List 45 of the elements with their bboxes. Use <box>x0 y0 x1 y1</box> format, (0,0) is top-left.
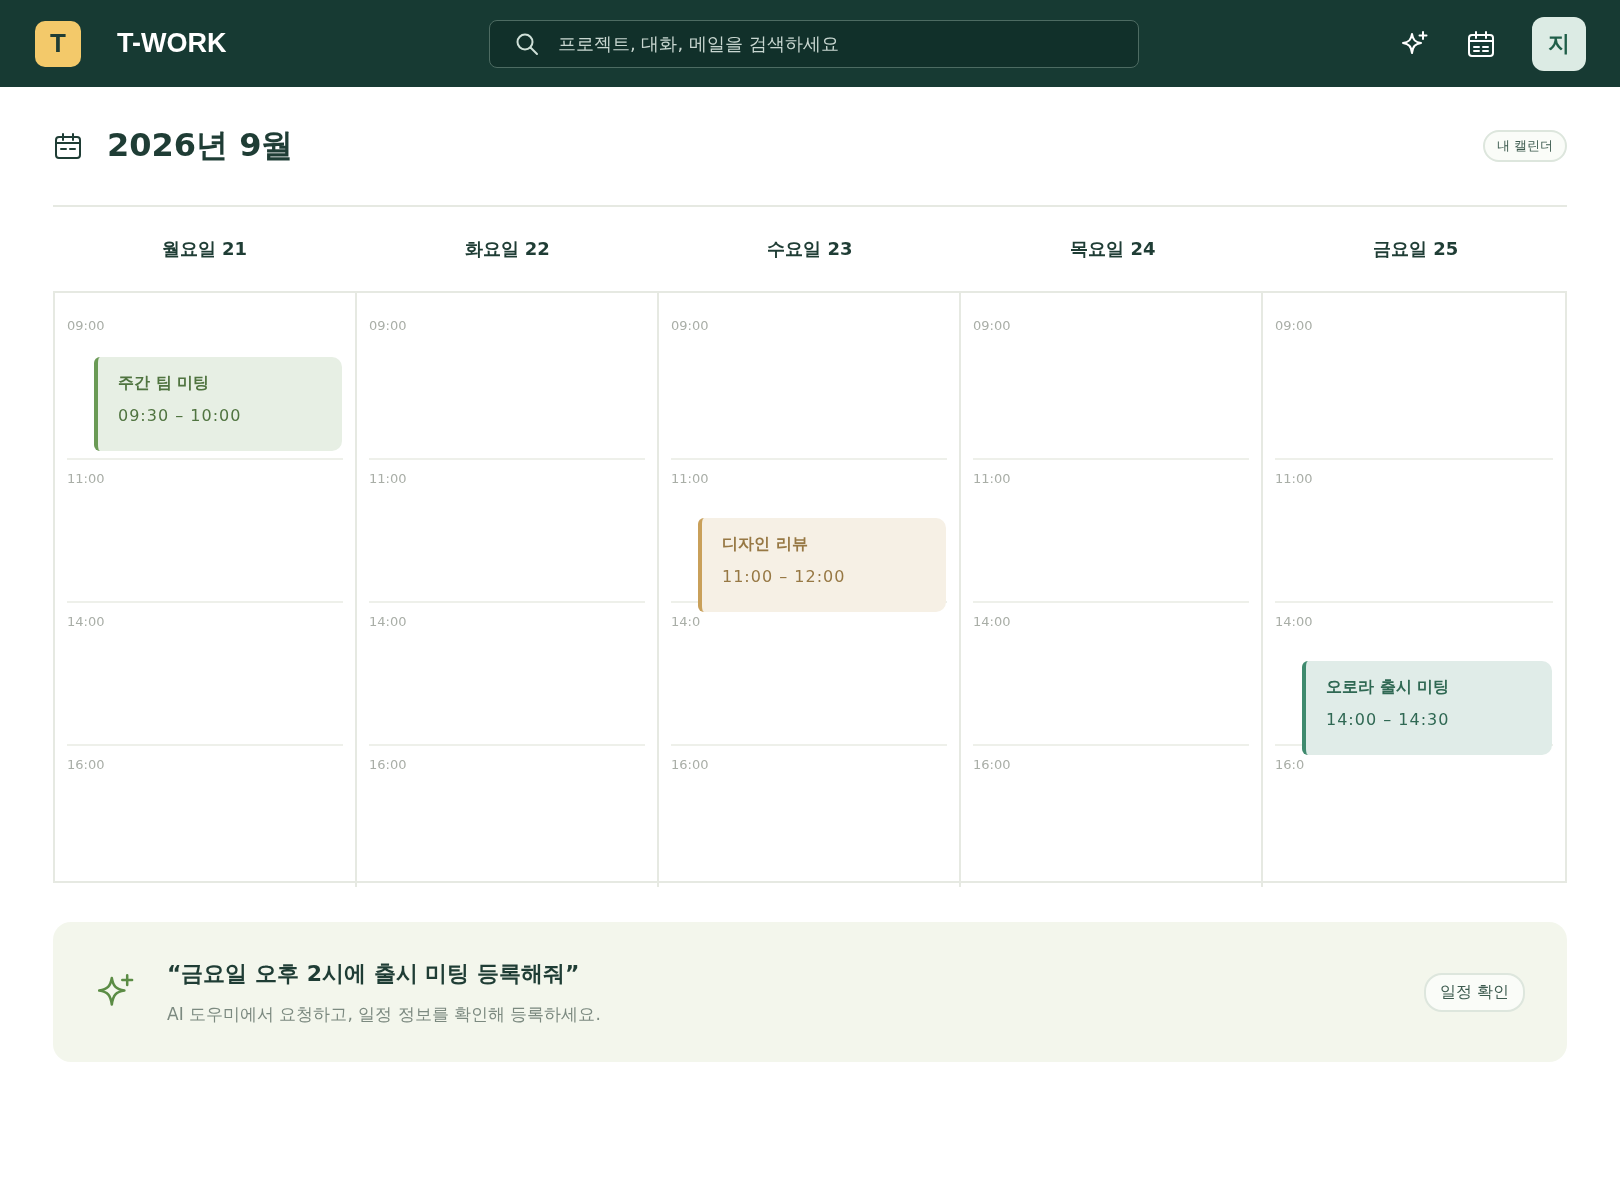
assistant-prompt: “금요일 오후 2시에 출시 미팅 등록해줘” <box>167 959 581 988</box>
time-label: 16:00 <box>67 757 105 772</box>
event-card[interactable]: 주간 팀 미팅 09:30 – 10:00 <box>94 357 342 451</box>
calendar-icon <box>53 131 83 161</box>
app-logo: T <box>35 20 81 67</box>
app-name: T-WORK <box>117 28 227 59</box>
time-label: 14:00 <box>67 614 105 629</box>
time-label: 11:00 <box>973 471 1011 486</box>
event-time: 11:00 – 12:00 <box>722 567 847 586</box>
event-time: 14:00 – 14:30 <box>1326 710 1451 729</box>
event-time: 09:30 – 10:00 <box>118 406 243 425</box>
time-label: 16:0 <box>1275 757 1305 772</box>
day-header: 금요일 25 <box>1371 237 1460 261</box>
time-label: 11:00 <box>1275 471 1313 486</box>
time-label: 16:00 <box>369 757 407 772</box>
time-label: 11:00 <box>671 471 709 486</box>
time-label: 16:00 <box>671 757 709 772</box>
time-label: 14:00 <box>1275 614 1313 629</box>
time-label: 09:00 <box>67 318 105 333</box>
search-field[interactable]: 프로젝트, 대화, 메일을 검색하세요 <box>489 19 1139 68</box>
time-label: 09:00 <box>671 318 709 333</box>
event-card[interactable]: 디자인 리뷰 11:00 – 12:00 <box>698 518 946 612</box>
confirm-button[interactable]: 일정 확인 <box>1423 972 1525 1012</box>
time-label: 11:00 <box>369 471 407 486</box>
event-title: 주간 팀 미팅 <box>118 373 211 394</box>
time-label: 14:00 <box>973 614 1011 629</box>
day-header: 화요일 22 <box>463 237 551 261</box>
time-label: 16:00 <box>973 757 1011 772</box>
calendar-icon[interactable] <box>1466 28 1496 59</box>
day-header: 목요일 24 <box>1069 237 1157 261</box>
time-label: 14:0 <box>671 614 701 629</box>
event-title: 오로라 출시 미팅 <box>1326 677 1451 698</box>
user-avatar[interactable]: 지 <box>1532 16 1586 71</box>
event-title: 디자인 리뷰 <box>722 534 809 555</box>
time-label: 09:00 <box>973 318 1011 333</box>
time-label: 14:00 <box>369 614 407 629</box>
time-label: 09:00 <box>1275 318 1313 333</box>
assistant-hint: AI 도우미에서 요청하고, 일정 정보를 확인해 등록하세요. <box>167 1002 601 1026</box>
time-label: 11:00 <box>67 471 105 486</box>
time-label: 09:00 <box>369 318 407 333</box>
day-header: 월요일 21 <box>160 237 249 261</box>
month-title: 2026년 9월 <box>107 125 294 166</box>
day-header: 수요일 23 <box>766 237 854 261</box>
event-card[interactable]: 오로라 출시 미팅 14:00 – 14:30 <box>1302 661 1552 755</box>
calendar-badge[interactable]: 내 캘린더 <box>1482 130 1567 162</box>
